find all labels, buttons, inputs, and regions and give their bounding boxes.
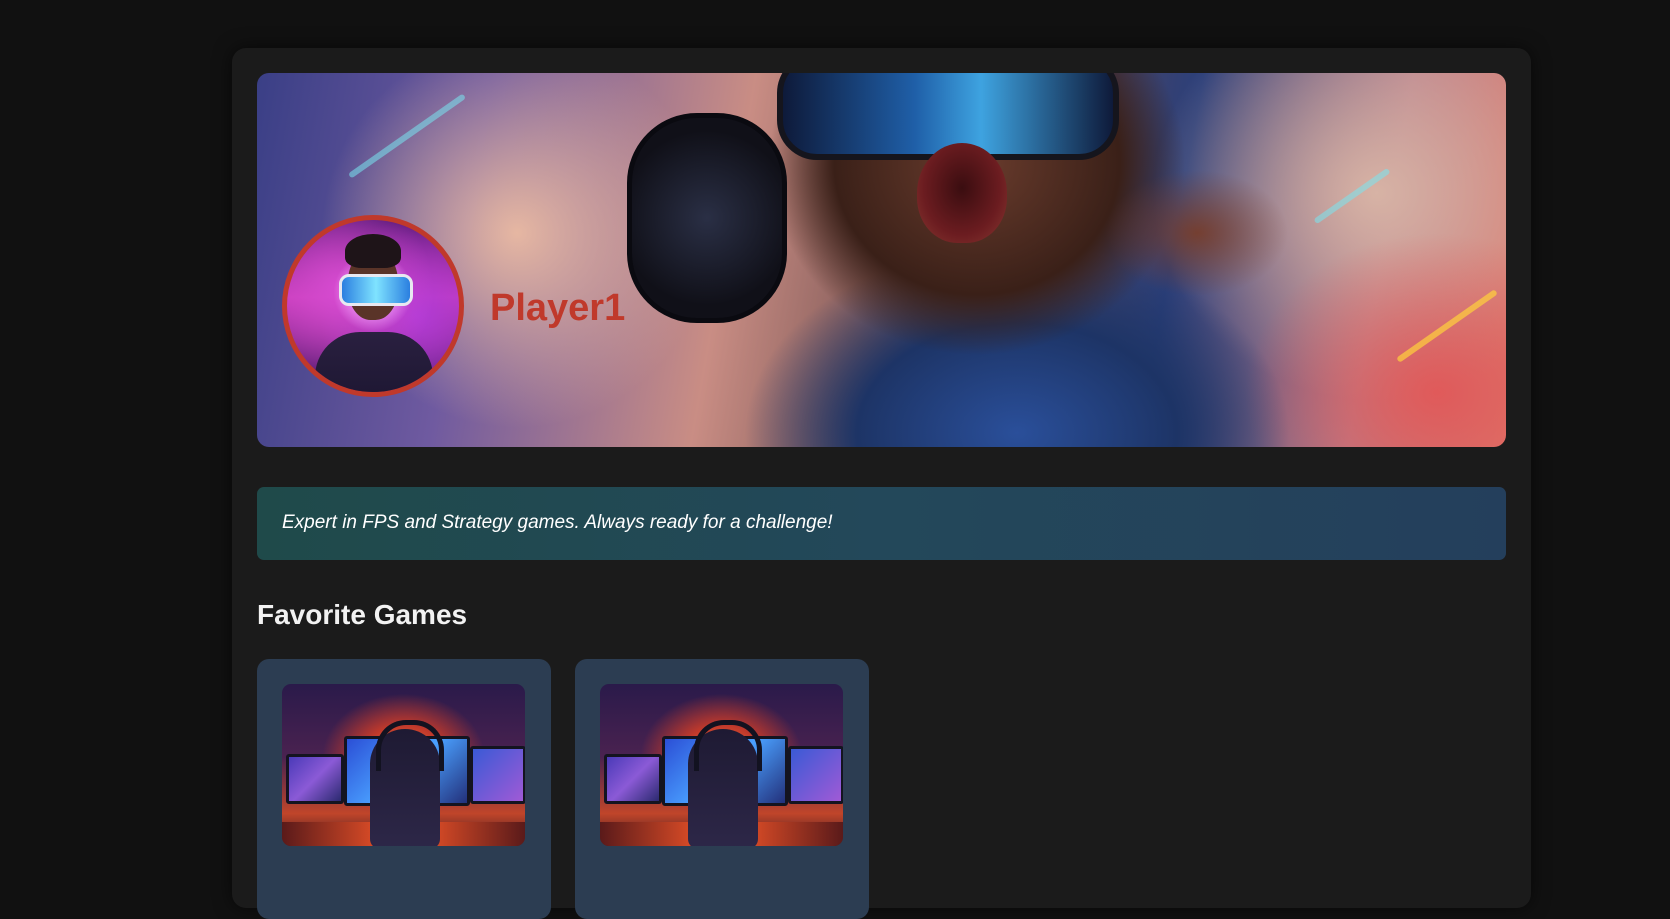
thumb-monitor-left [604,754,662,804]
avatar-vr-visor [339,274,413,306]
banner-mouth-shape [917,143,1007,243]
thumb-monitor-right [470,746,525,804]
avatar-body [315,332,433,392]
bio-panel: Expert in FPS and Strategy games. Always… [257,487,1506,560]
banner-decor [347,93,467,179]
headset-icon [694,720,762,771]
game-card[interactable] [257,659,551,919]
thumb-monitor-left [286,754,344,804]
banner-decor [1396,289,1498,363]
headset-icon [376,720,444,771]
profile-card: Player1 Expert in FPS and Strategy games… [232,48,1531,919]
avatar-hair [345,234,401,268]
avatar[interactable] [282,215,464,397]
banner-headphone-shape [627,113,787,323]
game-thumbnail[interactable] [282,684,525,846]
banner-decor [1313,167,1391,225]
game-card[interactable] [575,659,869,919]
favorite-games-heading: Favorite Games [257,599,468,630]
game-thumbnail[interactable] [600,684,843,846]
thumb-monitor-right [788,746,843,804]
profile-banner-image: Player1 [257,73,1506,447]
bio-text: Expert in FPS and Strategy games. Always… [282,512,833,533]
player-name: Player1 [490,287,626,329]
